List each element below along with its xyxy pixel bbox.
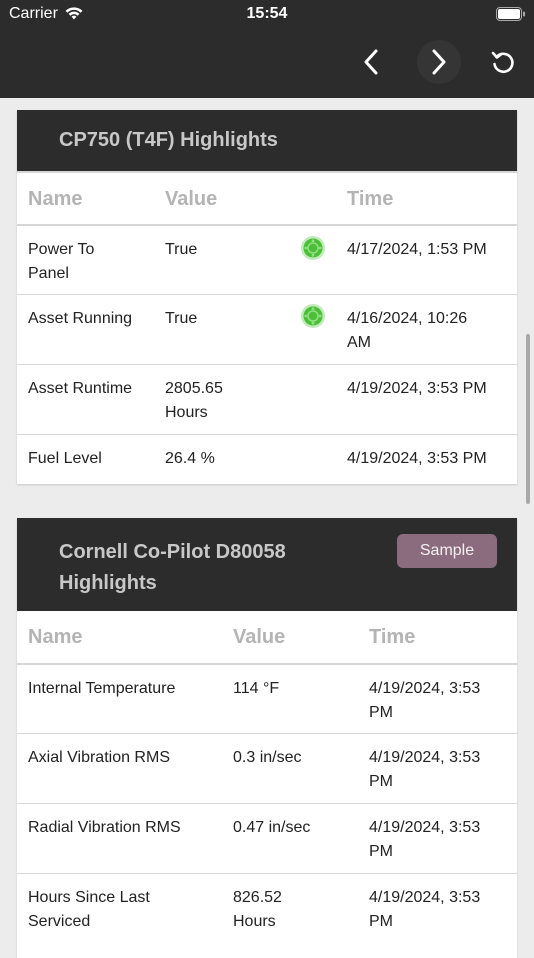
column-header-time: Time: [347, 188, 394, 210]
row-time-line1: 4/16/2024, 10:26: [347, 310, 468, 327]
refresh-icon: [491, 51, 514, 74]
battery-icon: [496, 7, 526, 26]
top-bar: Carrier 15:54: [0, 0, 534, 98]
row-value-line2: Hours: [233, 913, 276, 930]
forward-button[interactable]: [417, 40, 461, 84]
status-bar: Carrier 15:54: [0, 0, 534, 28]
row-name: Axial Vibration RMS: [28, 749, 170, 766]
card-title-line1: Cornell Co-Pilot D80058: [59, 541, 286, 563]
row-name: Hours Since Last Serviced: [28, 886, 150, 934]
scroll-content[interactable]: CP750 (T4F) Highlights Name Value Time P…: [0, 98, 534, 958]
row-name-line1: Power To: [28, 241, 95, 258]
row-value-line1: 826.52: [233, 889, 282, 906]
row-time-line1: 4/19/2024, 3:53: [369, 819, 481, 836]
table-row: Radial Vibration RMS 0.47 in/sec 4/19/20…: [17, 803, 517, 874]
table-row: Fuel Level 26.4 % 4/19/2024, 3:53 PM: [17, 434, 517, 483]
row-value: True: [165, 310, 198, 327]
card-header: CP750 (T4F) Highlights: [17, 110, 517, 171]
table-row: Axial Vibration RMS 0.3 in/sec 4/19/2024…: [17, 733, 517, 804]
row-value: True: [165, 241, 198, 258]
vertical-scrollbar[interactable]: [526, 334, 530, 504]
row-time-line1: 4/19/2024, 3:53: [369, 680, 481, 697]
row-value: 0.47 in/sec: [233, 819, 311, 836]
row-time-line2: PM: [369, 843, 393, 860]
status-time: 15:54: [246, 5, 288, 22]
card-title-line2: Highlights: [59, 572, 157, 594]
row-name-line2: Panel: [28, 265, 69, 282]
row-name: Asset Runtime: [28, 380, 133, 397]
row-time: 4/17/2024, 1:53 PM: [347, 241, 487, 258]
card-title: Cornell Co-Pilot D80058 Highlights: [59, 537, 286, 599]
refresh-button[interactable]: [481, 40, 525, 84]
table-header-row: Name Value Time: [17, 171, 517, 225]
cornell-copilot-highlights-card: Cornell Co-Pilot D80058 Highlights Sample…: [17, 518, 517, 958]
back-button[interactable]: [349, 40, 393, 84]
row-value: 2805.65 Hours: [165, 377, 223, 425]
chevron-right-icon: [432, 49, 446, 75]
row-name: Asset Running: [28, 310, 133, 327]
row-value-line1: 2805.65: [165, 380, 223, 397]
row-value: 0.3 in/sec: [233, 749, 302, 766]
table-row: Hours Since Last Serviced 826.52 Hours 4/1…: [17, 873, 517, 949]
card-title: CP750 (T4F) Highlights: [59, 129, 278, 151]
row-name: Internal Temperature: [28, 680, 176, 697]
row-time: 4/19/2024, 3:53 PM: [369, 816, 480, 864]
row-name-line2: Serviced: [28, 913, 91, 930]
row-time: 4/19/2024, 3:53 PM: [347, 450, 487, 467]
table-header-row: Name Value Time: [17, 611, 517, 663]
row-value: 26.4 %: [165, 450, 215, 467]
column-header-name: Name: [28, 626, 83, 648]
row-name: Power To Panel: [28, 238, 94, 286]
column-header-name: Name: [28, 188, 83, 210]
row-name: Fuel Level: [28, 450, 102, 467]
row-name-line1: Hours Since Last: [28, 889, 150, 906]
table-row: Internal Temperature 114 °F 4/19/2024, 3…: [17, 663, 517, 735]
green-status-icon: [301, 304, 325, 328]
sample-button[interactable]: Sample: [397, 534, 497, 568]
row-name: Radial Vibration RMS: [28, 819, 181, 836]
column-header-time: Time: [369, 626, 416, 648]
table-row: Power To Panel True 4/17/2024, 1:53 PM: [17, 224, 517, 296]
column-header-value: Value: [165, 188, 218, 210]
table-row: Asset Runtime 2805.65 Hours 4/19/2024, 3:…: [17, 364, 517, 435]
row-time: 4/19/2024, 3:53 PM: [369, 677, 480, 725]
row-value-line2: Hours: [165, 404, 208, 421]
row-time: 4/19/2024, 3:53 PM: [369, 746, 480, 794]
chevron-left-icon: [364, 49, 378, 75]
row-time-line2: AM: [347, 334, 371, 351]
card-header: Cornell Co-Pilot D80058 Highlights Sample: [17, 518, 517, 611]
row-value: 114 °F: [233, 680, 280, 697]
row-time-line2: PM: [369, 704, 393, 721]
row-time: 4/19/2024, 3:53 PM: [369, 886, 480, 934]
row-time-line2: PM: [369, 913, 393, 930]
column-header-value: Value: [233, 626, 286, 648]
cp750-highlights-card: CP750 (T4F) Highlights Name Value Time P…: [17, 110, 517, 484]
row-time-line1: 4/19/2024, 3:53: [369, 749, 481, 766]
table-row: Asset Running True 4/16/2024, 10:26 AM: [17, 294, 517, 365]
row-time-line2: PM: [369, 773, 393, 790]
row-time-line1: 4/19/2024, 3:53: [369, 889, 481, 906]
row-value: 826.52 Hours: [233, 886, 282, 934]
row-time: 4/19/2024, 3:53 PM: [347, 380, 487, 397]
green-status-icon: [301, 236, 325, 260]
row-time: 4/16/2024, 10:26 AM: [347, 307, 467, 355]
